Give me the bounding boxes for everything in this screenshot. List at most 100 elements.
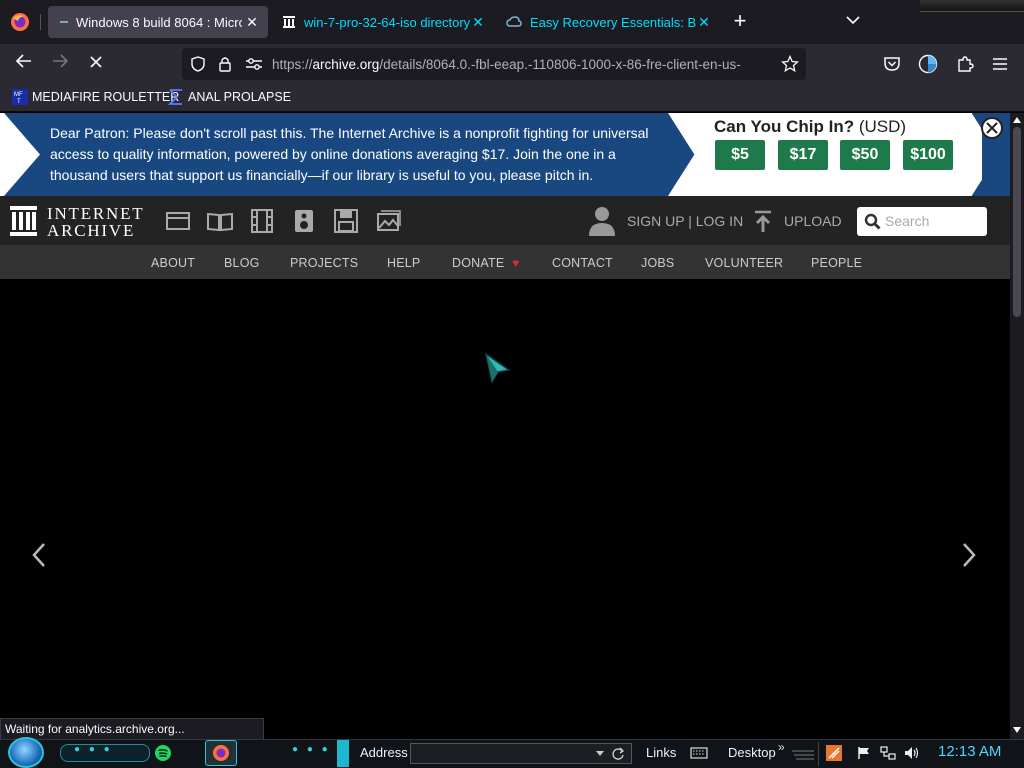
upload-link[interactable]: UPLOAD xyxy=(784,213,842,229)
signup-login-link[interactable]: SIGN UP | LOG IN xyxy=(627,213,743,229)
firefox-menu-icon[interactable] xyxy=(10,12,30,32)
spotify-icon xyxy=(155,745,171,761)
nav-volunteer[interactable]: VOLUNTEER xyxy=(705,256,783,270)
video-film-icon[interactable] xyxy=(249,209,275,233)
sigma-favicon-icon xyxy=(168,89,182,105)
links-toolbar-label[interactable]: Links xyxy=(646,745,676,760)
lock-icon[interactable] xyxy=(218,56,232,72)
extensions-puzzle-icon[interactable] xyxy=(956,55,974,73)
taskbar-accent-bar xyxy=(337,740,349,767)
desktop-toolbar-label[interactable]: Desktop xyxy=(728,745,776,760)
tab-win-7-pro-iso[interactable]: win-7-pro-32-64-iso directory l ✕ xyxy=(272,6,494,38)
back-button[interactable] xyxy=(10,50,38,78)
ia-logo-line2: ARCHIVE xyxy=(47,221,136,240)
volume-icon[interactable] xyxy=(904,746,920,760)
tray-divider xyxy=(818,742,819,766)
nav-about[interactable]: ABOUT xyxy=(151,256,195,270)
tab-windows-8-build[interactable]: Windows 8 build 8064 : Microsoft ✕ xyxy=(48,6,268,38)
clock[interactable]: 12:13 AM xyxy=(938,743,1001,760)
close-tab-icon[interactable]: ✕ xyxy=(244,14,260,30)
back-arrow-icon xyxy=(15,54,31,68)
donate-100-button[interactable]: $100 xyxy=(903,140,953,170)
new-tab-button[interactable]: + xyxy=(728,10,752,34)
scroll-up-icon[interactable] xyxy=(1013,117,1021,123)
tab-label: Easy Recovery Essentials: Bootab xyxy=(530,14,696,30)
bookmark-anal-prolapse[interactable]: ANAL PROLAPSE xyxy=(168,89,291,105)
tracking-protection-shield-icon[interactable] xyxy=(190,56,206,72)
taskbar-dots-right: ● ● ● xyxy=(292,744,331,755)
tab-strip: Windows 8 build 8064 : Microsoft ✕ win-7… xyxy=(0,0,1024,44)
banner-left-chevron-decoration xyxy=(0,113,40,196)
close-tab-icon[interactable]: ✕ xyxy=(470,14,486,30)
toolbar-overflow-chevron-icon[interactable]: » xyxy=(778,740,785,754)
url-text[interactable]: https://archive.org/details/8064.0.-fbl-… xyxy=(272,57,772,72)
audio-speaker-icon[interactable] xyxy=(291,209,317,233)
close-banner-button[interactable] xyxy=(981,117,1003,139)
nav-blog[interactable]: BLOG xyxy=(224,256,260,270)
address-input[interactable] xyxy=(410,743,632,764)
nav-projects[interactable]: PROJECTS xyxy=(290,256,358,270)
list-all-tabs-chevron-icon[interactable] xyxy=(846,15,860,25)
software-floppy-icon[interactable] xyxy=(333,209,359,233)
nav-donate[interactable]: DONATE ♥ xyxy=(452,256,519,270)
user-avatar-icon[interactable] xyxy=(588,205,616,237)
close-tab-icon[interactable]: ✕ xyxy=(696,14,712,30)
address-toolbar-label: Address xyxy=(360,745,408,760)
pocket-icon[interactable] xyxy=(883,56,901,72)
donate-50-button[interactable]: $50 xyxy=(840,140,890,170)
tab-easy-recovery[interactable]: Easy Recovery Essentials: Bootab ✕ xyxy=(498,6,720,38)
hamburger-menu-icon[interactable] xyxy=(992,57,1008,71)
cloud-favicon-icon xyxy=(506,16,522,27)
texts-book-icon[interactable] xyxy=(207,209,233,233)
next-chevron-icon[interactable] xyxy=(960,542,978,568)
spotify-taskbar-button[interactable] xyxy=(150,742,200,764)
scroll-down-icon[interactable] xyxy=(1013,727,1021,733)
status-panel: Waiting for analytics.archive.org... xyxy=(0,718,264,740)
nav-people[interactable]: PEOPLE xyxy=(811,256,862,270)
tray-app-icon[interactable] xyxy=(826,745,842,761)
tab-favicon xyxy=(60,21,68,23)
donate-5-button[interactable]: $5 xyxy=(715,140,765,170)
search-placeholder: Search xyxy=(885,213,930,229)
donate-17-button[interactable]: $17 xyxy=(778,140,828,170)
mouse-cursor-icon xyxy=(484,352,511,384)
firefox-taskbar-button[interactable] xyxy=(205,740,237,766)
page-scrollbar[interactable] xyxy=(1010,113,1024,739)
bookmark-mediafire-rouletter[interactable]: MF T MEDIAFIRE ROULETTER xyxy=(12,89,179,105)
previous-chevron-icon[interactable] xyxy=(30,542,48,568)
nav-help[interactable]: HELP xyxy=(387,256,420,270)
battery-taskbar-icon xyxy=(792,750,814,760)
bookmark-label: MEDIAFIRE ROULETTER xyxy=(32,90,180,104)
firefox-account-icon[interactable] xyxy=(918,54,938,74)
stop-x-icon xyxy=(90,56,102,68)
upload-arrow-icon[interactable] xyxy=(753,210,773,234)
stop-loading-button[interactable] xyxy=(82,50,110,78)
search-input[interactable]: Search xyxy=(857,207,987,236)
permissions-icon[interactable] xyxy=(245,57,263,71)
scrollbar-thumb[interactable] xyxy=(1013,127,1021,317)
search-icon xyxy=(864,213,881,230)
nav-contact[interactable]: CONTACT xyxy=(552,256,613,270)
web-archive-icon[interactable] xyxy=(165,209,191,233)
forward-button[interactable] xyxy=(46,50,74,78)
archive-building-icon xyxy=(10,206,37,236)
images-picture-icon[interactable] xyxy=(375,209,401,233)
svg-text:MF: MF xyxy=(14,92,23,98)
mediafire-favicon-icon: MFT xyxy=(12,89,28,105)
bookmark-star-icon[interactable] xyxy=(781,55,799,73)
heart-icon: ♥ xyxy=(512,256,520,270)
nav-jobs[interactable]: JOBS xyxy=(641,256,674,270)
keyboard-icon[interactable] xyxy=(690,747,708,759)
network-icon[interactable] xyxy=(880,746,896,760)
tab-label: win-7-pro-32-64-iso directory l xyxy=(304,14,472,30)
action-center-flag-icon[interactable] xyxy=(857,746,871,760)
start-orb-button[interactable] xyxy=(8,737,44,768)
ia-logo[interactable]: INTERNET ARCHIVE xyxy=(10,204,146,240)
bookmark-label: ANAL PROLAPSE xyxy=(188,90,292,104)
nav-donate-label: DONATE xyxy=(452,256,505,270)
taskbar-dots-left: ● ● ● xyxy=(74,744,113,755)
dropdown-arrow-icon[interactable] xyxy=(596,751,604,757)
refresh-icon[interactable] xyxy=(611,747,625,761)
window-frame-decoration xyxy=(920,0,1024,12)
chip-in-heading: Can You Chip In? (USD) xyxy=(714,117,907,136)
